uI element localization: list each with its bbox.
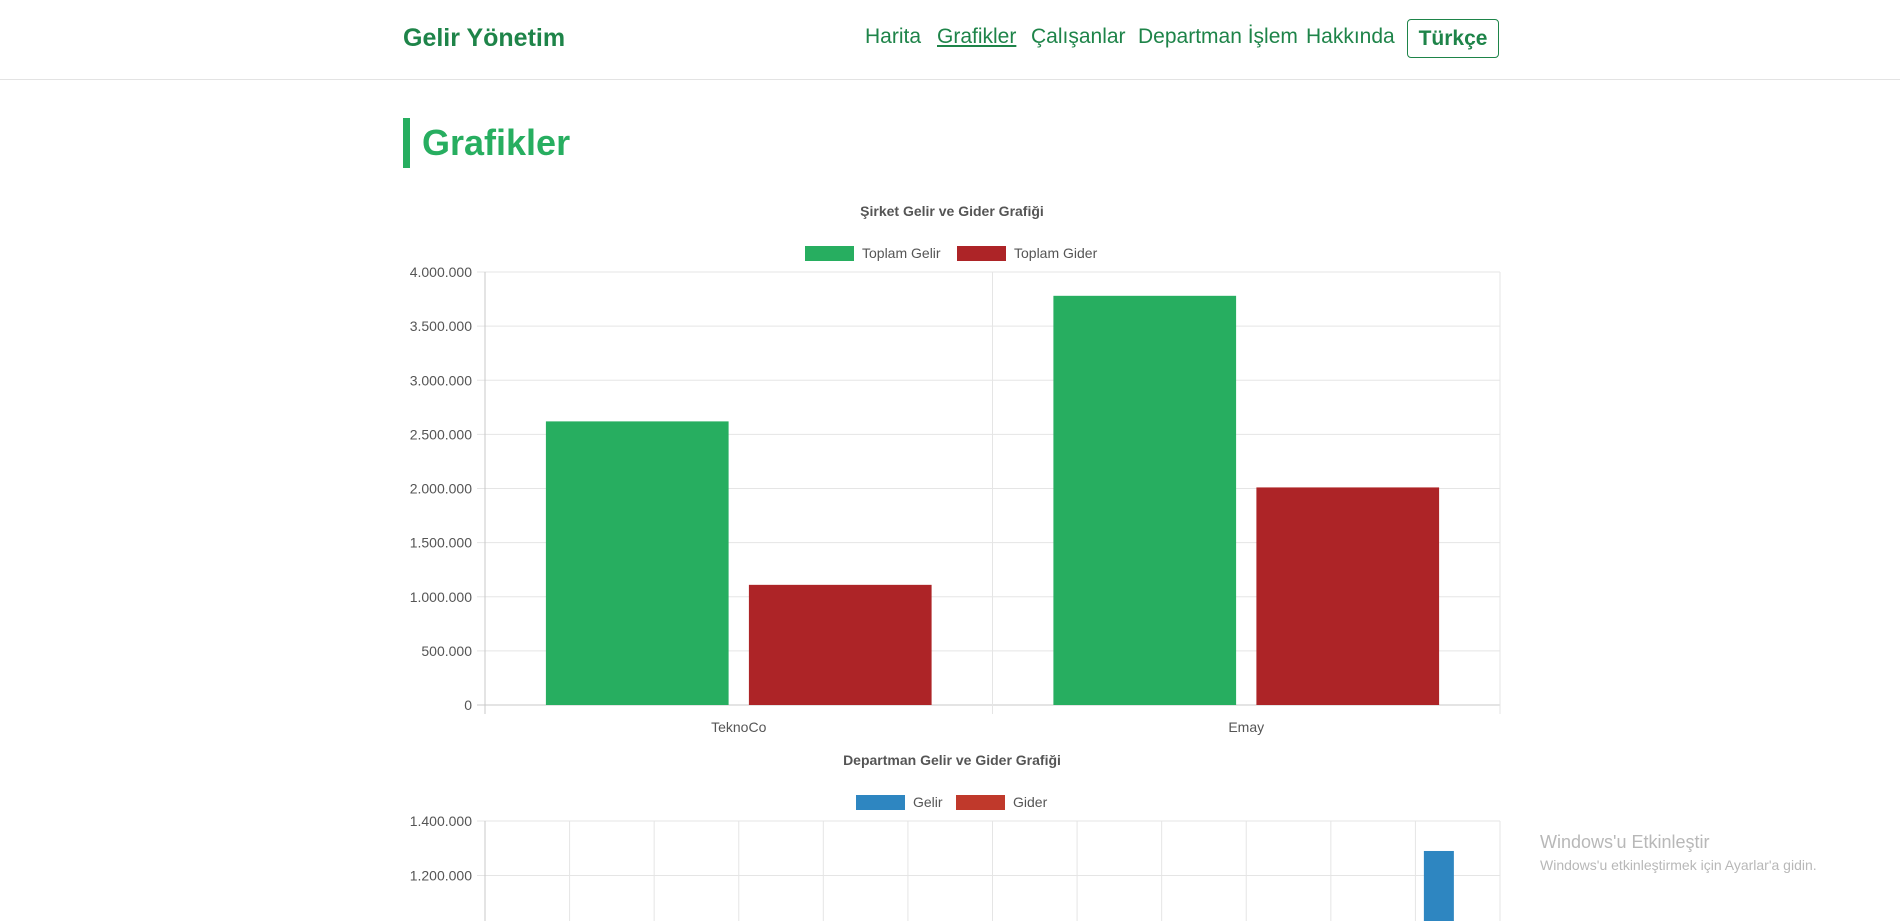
dept-legend-label-1: Gider: [1013, 794, 1048, 810]
dept-legend-label-0: Gelir: [913, 794, 943, 810]
nav-link-departman-islem[interactable]: Departman İşlem: [1138, 25, 1298, 49]
company-chart-legend: Toplam Gelir Toplam Gider: [805, 245, 1098, 261]
legend-swatch-0: [805, 246, 854, 261]
y-tick-label: 3.000.000: [410, 372, 472, 388]
y-tick-label: 2.500.000: [410, 426, 472, 442]
nav-link-calisanlar[interactable]: Çalışanlar: [1031, 25, 1126, 49]
activation-watermark-title: Windows'u Etkinleştir: [1540, 832, 1710, 852]
x-tick-label: Emay: [1228, 719, 1264, 735]
language-button[interactable]: Türkçe: [1407, 19, 1499, 58]
department-chart-legend: Gelir Gider: [856, 794, 1048, 810]
company-chart-grid: [477, 271, 1501, 714]
activation-watermark-subtitle: Windows'u etkinleştirmek için Ayarlar'a …: [1540, 857, 1817, 873]
bar-teknoco-1: [748, 584, 932, 705]
department-income-expense-chart: Departman Gelir ve Gider Grafiği Gelir Gi…: [410, 752, 1501, 921]
company-chart-y-axis: 0 500.000 1.000.000 1.500.000 2.000.000 2.500…: [410, 264, 473, 713]
y-tick-label: 0: [464, 697, 472, 713]
nav-link-grafikler[interactable]: Grafikler: [937, 25, 1016, 49]
dept-y-tick-label: 1.400.000: [410, 813, 472, 829]
y-tick-label: 3.500.000: [410, 318, 472, 334]
y-tick-label: 2.000.000: [410, 481, 472, 497]
department-chart-title: Departman Gelir ve Gider Grafiği: [843, 752, 1061, 768]
page-title: Grafikler: [403, 118, 570, 168]
nav-link-harita[interactable]: Harita: [865, 25, 921, 49]
dept-y-tick-label: 1.200.000: [410, 868, 472, 884]
y-tick-label: 500.000: [421, 643, 472, 659]
x-tick-label: TeknoCo: [711, 719, 766, 735]
dept-bar-gelir: [1423, 850, 1454, 921]
company-chart-x-axis: TeknoCo Emay: [711, 719, 1264, 735]
top-navbar: Gelir Yönetim Harita Grafikler Çalışanla…: [0, 0, 1900, 80]
company-chart-bars: [545, 295, 1440, 705]
department-chart-y-axis: 1.400.000 1.200.000: [410, 813, 472, 884]
dept-legend-swatch-1: [956, 795, 1005, 810]
bar-emay-0: [1053, 295, 1237, 705]
company-chart-title: Şirket Gelir ve Gider Grafiği: [860, 203, 1044, 219]
y-tick-label: 1.000.000: [410, 589, 472, 605]
y-tick-label: 1.500.000: [410, 535, 472, 551]
department-chart-grid: [477, 820, 1501, 921]
legend-swatch-1: [957, 246, 1006, 261]
dept-legend-swatch-0: [856, 795, 905, 810]
legend-label-0: Toplam Gelir: [862, 245, 941, 261]
company-income-expense-chart: Şirket Gelir ve Gider Grafiği Toplam Gel…: [410, 203, 1501, 735]
bar-emay-1: [1256, 487, 1440, 705]
nav-link-hakkinda[interactable]: Hakkında: [1306, 25, 1395, 49]
department-chart-bars: [1423, 850, 1454, 921]
brand-title[interactable]: Gelir Yönetim: [403, 24, 565, 53]
legend-label-1: Toplam Gider: [1014, 245, 1098, 261]
bar-teknoco-0: [545, 421, 729, 705]
y-tick-label: 4.000.000: [410, 264, 472, 280]
